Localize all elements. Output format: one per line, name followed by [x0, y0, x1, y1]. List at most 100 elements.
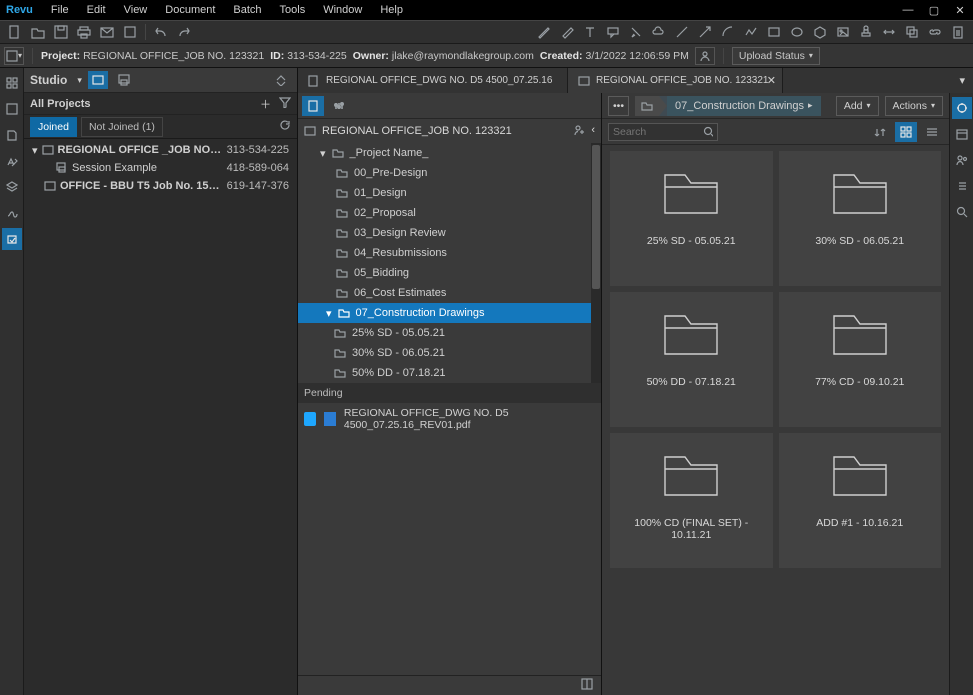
studio-dropdown[interactable]: ▾ [77, 75, 82, 86]
breadcrumb-root-button[interactable]: ••• [608, 96, 629, 116]
tool-arc[interactable] [717, 22, 739, 42]
breadcrumb-current[interactable]: 07_Construction Drawings▸ [667, 96, 821, 116]
tab-close-button[interactable]: ✕ [767, 74, 776, 87]
tool-marker[interactable] [556, 22, 578, 42]
menu-file[interactable]: File [51, 4, 69, 16]
folder-row[interactable]: 30% SD - 06.05.21 [298, 343, 601, 363]
panel-expand-icon[interactable] [581, 678, 601, 693]
person-button[interactable] [695, 47, 715, 65]
scrollbar[interactable] [591, 143, 601, 383]
tool-highlight[interactable] [625, 22, 647, 42]
search-input[interactable] [613, 126, 699, 138]
menu-document[interactable]: Document [165, 4, 215, 16]
sessions-mode[interactable] [114, 71, 134, 89]
folder-card[interactable]: 100% CD (FINAL SET) - 10.11.21 [610, 433, 773, 568]
project-row[interactable]: ▾ REGIONAL OFFICE _JOB NO. 123321 313-53… [24, 141, 297, 159]
add-button[interactable]: Add▾ [836, 96, 879, 116]
tool-text[interactable] [579, 22, 601, 42]
tool-calc[interactable] [947, 22, 969, 42]
folder-row[interactable]: 04_Resubmissions [298, 243, 601, 263]
tool-polyline[interactable] [740, 22, 762, 42]
folder-row[interactable]: 03_Design Review [298, 223, 601, 243]
person-add-icon[interactable] [573, 124, 585, 139]
folder-row[interactable]: ▾_Project Name_ [298, 143, 601, 163]
folder-row[interactable]: 00_Pre-Design [298, 163, 601, 183]
maximize-icon[interactable]: ▢ [927, 4, 941, 17]
folder-card[interactable]: 50% DD - 07.18.21 [610, 292, 773, 427]
tool-stamp[interactable] [855, 22, 877, 42]
upload-status-button[interactable]: Upload Status▾ [732, 47, 820, 65]
folder-row[interactable]: 50% DD - 07.18.21 [298, 363, 601, 383]
new-button[interactable] [4, 22, 26, 42]
panel-properties[interactable] [952, 97, 972, 119]
panel-layers[interactable] [2, 176, 22, 198]
menu-edit[interactable]: Edit [87, 4, 106, 16]
mail-button[interactable] [96, 22, 118, 42]
panel-search[interactable] [952, 201, 972, 223]
tool-link[interactable] [924, 22, 946, 42]
folder-row[interactable]: 06_Cost Estimates [298, 283, 601, 303]
tool-image[interactable] [832, 22, 854, 42]
tool-rect[interactable] [763, 22, 785, 42]
folder-card[interactable]: 30% SD - 06.05.21 [779, 151, 942, 286]
tool-dimension[interactable] [878, 22, 900, 42]
add-project-button[interactable]: ＋ [260, 96, 271, 112]
expand-icon[interactable] [271, 71, 291, 89]
panel-bookmarks[interactable] [2, 98, 22, 120]
tab-joined[interactable]: Joined [30, 117, 77, 137]
session-row[interactable]: Session Example 418-589-064 [24, 159, 297, 177]
undo-button[interactable] [150, 22, 172, 42]
chevron-left-icon[interactable]: ‹ [591, 124, 595, 139]
folder-row[interactable]: 05_Bidding [298, 263, 601, 283]
panel-signatures[interactable] [2, 202, 22, 224]
menu-help[interactable]: Help [380, 4, 403, 16]
tab-not-joined[interactable]: Not Joined (1) [81, 117, 163, 137]
redo-button[interactable] [173, 22, 195, 42]
panel-people[interactable] [952, 149, 972, 171]
panel-calendar[interactable] [952, 123, 972, 145]
folder-card[interactable]: ADD #1 - 10.16.21 [779, 433, 942, 568]
print-button[interactable] [73, 22, 95, 42]
document-tab[interactable]: REGIONAL OFFICE_JOB NO. 123321 ✕ [568, 68, 783, 93]
tool-group[interactable] [901, 22, 923, 42]
open-button[interactable] [27, 22, 49, 42]
list-view-button[interactable] [921, 122, 943, 142]
filter-button[interactable] [279, 96, 291, 111]
folder-card[interactable]: 77% CD - 09.10.21 [779, 292, 942, 427]
projects-mode[interactable] [88, 71, 108, 89]
folder-row[interactable]: 25% SD - 05.05.21 [298, 323, 601, 343]
folder-row-selected[interactable]: ▾07_Construction Drawings [298, 303, 601, 323]
project-menu-button[interactable]: ▾ [4, 47, 24, 65]
tool-polygon[interactable] [809, 22, 831, 42]
refresh-button[interactable] [279, 122, 291, 134]
tab-overflow-button[interactable]: ▾ [959, 74, 965, 87]
folder-row[interactable]: 02_Proposal [298, 203, 601, 223]
menu-view[interactable]: View [124, 4, 148, 16]
doc-button[interactable] [119, 22, 141, 42]
menu-window[interactable]: Window [323, 4, 362, 16]
panel-file[interactable] [2, 124, 22, 146]
panel-markups[interactable] [2, 150, 22, 172]
document-tab[interactable]: REGIONAL OFFICE_DWG NO. D5 4500_07.25.16 [298, 68, 568, 93]
actions-button[interactable]: Actions▾ [885, 96, 943, 116]
sort-button[interactable] [869, 122, 891, 142]
folder-card[interactable]: 25% SD - 05.05.21 [610, 151, 773, 286]
tool-pen[interactable] [533, 22, 555, 42]
search-field[interactable] [608, 123, 718, 141]
config-button[interactable] [328, 96, 350, 116]
panel-studio[interactable] [2, 228, 22, 250]
tool-ellipse[interactable] [786, 22, 808, 42]
explorer-view-button[interactable] [302, 96, 324, 116]
tool-line[interactable] [671, 22, 693, 42]
minimize-icon[interactable]: ― [901, 4, 915, 16]
grid-view-button[interactable] [895, 122, 917, 142]
panel-thumbs[interactable] [2, 72, 22, 94]
tool-cloud[interactable] [648, 22, 670, 42]
folder-row[interactable]: 01_Design [298, 183, 601, 203]
panel-list[interactable] [952, 175, 972, 197]
menu-batch[interactable]: Batch [233, 4, 261, 16]
menu-tools[interactable]: Tools [280, 4, 306, 16]
breadcrumb-root[interactable] [635, 96, 659, 116]
tool-note[interactable] [602, 22, 624, 42]
pending-file-row[interactable]: REGIONAL OFFICE_DWG NO. D5 4500_07.25.16… [298, 403, 601, 435]
